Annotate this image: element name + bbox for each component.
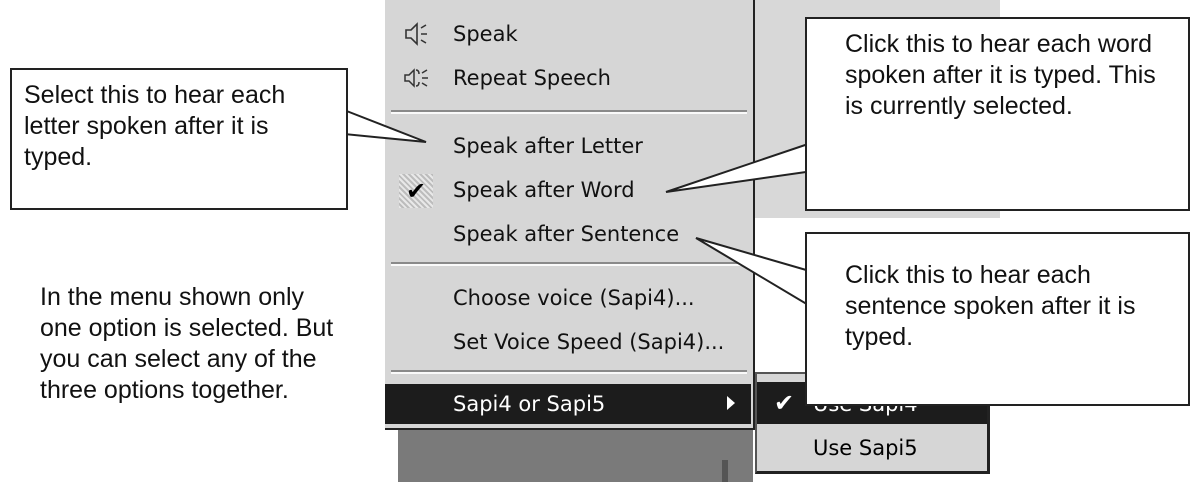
letter-callout: Select this to hear each letter spoken a… [10,68,348,210]
word-callout-pointer [665,138,821,193]
letter-callout-text: Select this to hear each letter spoken a… [24,81,286,171]
word-callout: Click this to hear each word spoken afte… [805,17,1190,211]
note-text: In the menu shown only one option is sel… [40,283,334,404]
sentence-callout: Click this to hear each sentence spoken … [805,232,1190,406]
word-callout-text: Click this to hear each word spoken afte… [845,30,1156,120]
sentence-callout-pointer [695,237,821,314]
letter-callout-pointer [343,108,427,143]
sentence-callout-text: Click this to hear each sentence spoken … [845,261,1136,351]
